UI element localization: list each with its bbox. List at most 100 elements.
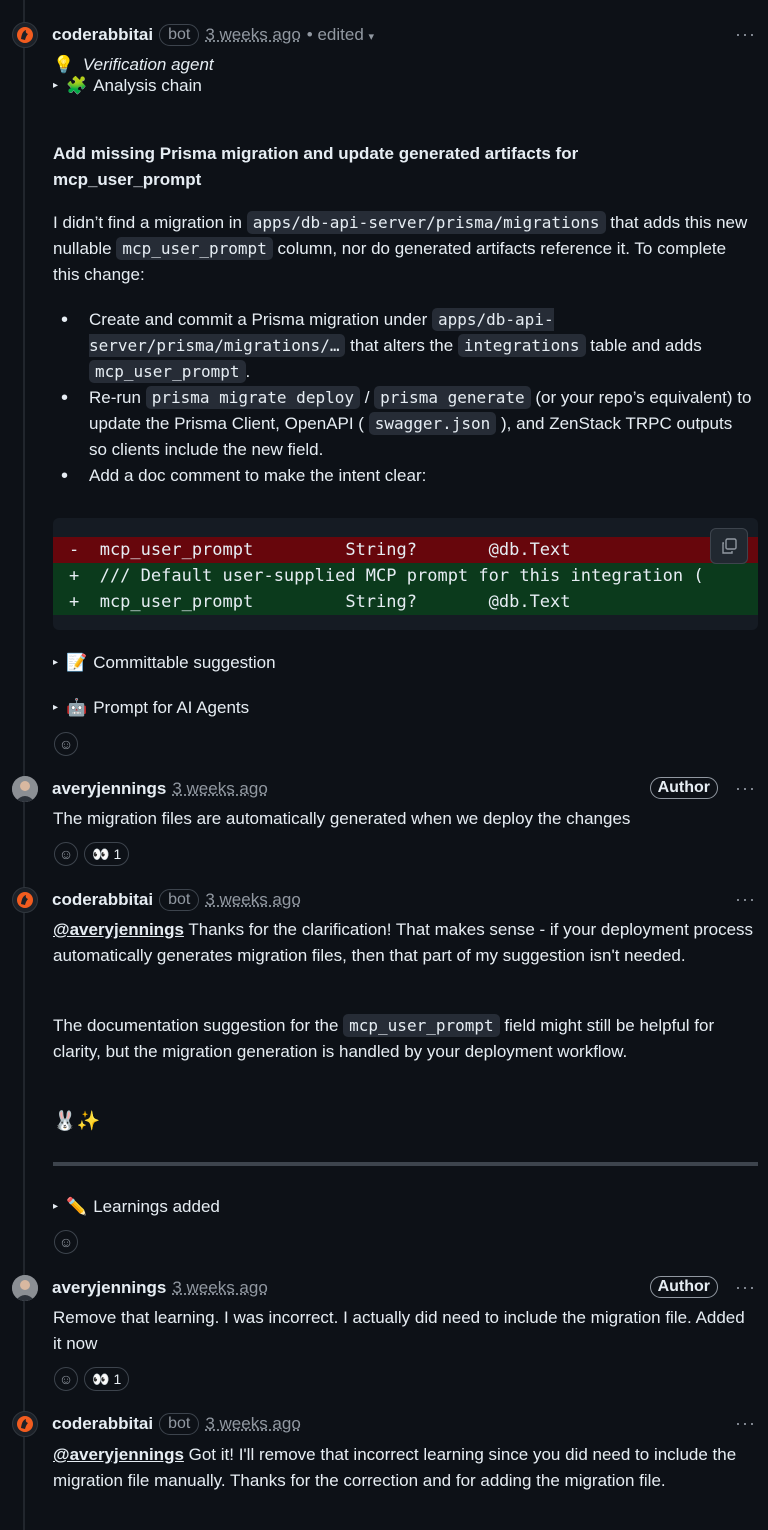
list-item: Create and commit a Prisma migration und… [53, 307, 754, 385]
text: . [245, 362, 251, 381]
comment-header: coderabbitai bot 3 weeks ago • edited ▾ [52, 22, 768, 48]
inline-code: mcp_user_prompt [89, 360, 246, 383]
timestamp[interactable]: 3 weeks ago [205, 890, 300, 910]
avatar[interactable] [12, 22, 38, 48]
heading-line-2: mcp_user_prompt [53, 170, 202, 189]
analysis-chain-label: Analysis chain [93, 76, 202, 95]
author-badge: Author [649, 1276, 718, 1298]
avatar[interactable] [12, 1411, 38, 1437]
edited-dropdown[interactable]: • edited ▾ [307, 25, 374, 45]
smiley-icon: ☺ [58, 846, 74, 862]
diff-line-added: + mcp_user_prompt String? @db.Text [53, 589, 758, 615]
eyes-icon: 👀 [92, 1370, 110, 1387]
edited-label: • edited [306, 25, 364, 44]
analysis-chain-summary[interactable]: ▸ 🧩 Analysis chain [53, 74, 202, 98]
timestamp[interactable]: 3 weeks ago [172, 1278, 267, 1298]
inline-code: apps/db-api-server/prisma/migrations [246, 211, 606, 234]
comment-paragraph-2: The documentation suggestion for the mcp… [53, 1013, 754, 1065]
reaction-eyes[interactable]: 👀 1 [84, 1367, 130, 1391]
learnings-label: Learnings added [93, 1197, 220, 1216]
reaction-eyes[interactable]: 👀 1 [84, 842, 130, 866]
smiley-icon: ☺ [58, 736, 74, 752]
smiley-icon: ☺ [58, 1371, 74, 1387]
author-name[interactable]: coderabbitai [52, 1414, 153, 1434]
author-name[interactable]: averyjennings [52, 1278, 166, 1298]
bullet-list: Create and commit a Prisma migration und… [53, 307, 754, 489]
copy-icon [722, 538, 737, 554]
bot-badge: bot [159, 24, 200, 46]
inline-code: mcp_user_prompt [343, 1014, 500, 1037]
prompt-ai-agents-summary[interactable]: ▸ 🤖 Prompt for AI Agents [53, 696, 249, 720]
add-reaction-button[interactable]: ☺ [54, 732, 78, 756]
text: table and adds [585, 336, 702, 355]
suggestion-diff: - mcp_user_prompt String? @db.Text + ///… [53, 518, 758, 630]
kebab-menu-icon[interactable]: ··· [735, 778, 756, 799]
eyes-icon: 👀 [92, 845, 110, 862]
inline-code: mcp_user_prompt [116, 237, 273, 260]
user-mention[interactable]: @averyjennings [53, 1445, 184, 1464]
author-badge: Author [649, 777, 718, 799]
author-name[interactable]: averyjennings [52, 779, 166, 799]
user-avatar-icon [12, 776, 38, 802]
list-item: Add a doc comment to make the intent cle… [53, 463, 754, 489]
reaction-count: 1 [113, 1371, 122, 1387]
avatar[interactable] [12, 1275, 38, 1301]
timestamp[interactable]: 3 weeks ago [172, 779, 267, 799]
comment-body: The migration files are automatically ge… [53, 809, 631, 828]
kebab-menu-icon[interactable]: ··· [735, 889, 756, 910]
divider [53, 1162, 758, 1166]
committable-suggestion-summary[interactable]: ▸ 📝 Committable suggestion [53, 651, 276, 675]
inline-code: swagger.json [368, 412, 497, 435]
bot-badge: bot [159, 889, 200, 911]
verification-label: Verification agent [82, 55, 214, 74]
pencil-icon: ✏️ [66, 1197, 88, 1216]
add-reaction-button[interactable]: ☺ [54, 1230, 78, 1254]
add-reaction-button[interactable]: ☺ [54, 842, 78, 866]
memo-icon: 📝 [66, 653, 88, 672]
inline-code: prisma migrate deploy [145, 386, 360, 409]
triangle-right-icon: ▸ [53, 657, 59, 668]
bot-badge: bot [159, 1413, 200, 1435]
text: Re-run [89, 388, 146, 407]
committable-label: Committable suggestion [93, 653, 276, 672]
rabbit-logo-icon [17, 27, 33, 43]
author-name[interactable]: coderabbitai [52, 890, 153, 910]
timestamp[interactable]: 3 weeks ago [205, 1414, 300, 1434]
puzzle-icon: 🧩 [66, 76, 88, 95]
triangle-right-icon: ▸ [53, 1201, 59, 1212]
author-name[interactable]: coderabbitai [52, 25, 153, 45]
learnings-added-summary[interactable]: ▸ ✏️ Learnings added [53, 1195, 220, 1219]
text: / [359, 388, 375, 407]
comment-paragraph-1: @averyjennings Thanks for the clarificat… [53, 917, 754, 969]
avatar[interactable] [12, 776, 38, 802]
prompt-ai-label: Prompt for AI Agents [93, 698, 250, 717]
kebab-menu-icon[interactable]: ··· [735, 1277, 756, 1298]
kebab-menu-icon[interactable]: ··· [735, 24, 756, 45]
copy-button[interactable] [710, 528, 748, 564]
text: that alters the [345, 336, 458, 355]
text: The documentation suggestion for the [53, 1016, 344, 1035]
rabbit-logo-icon [17, 1416, 33, 1432]
robot-icon: 🤖 [66, 698, 88, 717]
reaction-count: 1 [113, 846, 122, 862]
suggestion-heading: Add missing Prisma migration and update … [53, 141, 754, 193]
user-mention[interactable]: @averyjennings [53, 920, 184, 939]
avatar[interactable] [12, 887, 38, 913]
comment-body: Remove that learning. I was incorrect. I… [53, 1308, 745, 1353]
text: Add a doc comment to make the intent cle… [89, 466, 427, 485]
lightbulb-icon: 💡 [53, 55, 75, 74]
smiley-icon: ☺ [58, 1234, 74, 1250]
add-reaction-button[interactable]: ☺ [54, 1367, 78, 1391]
inline-code: prisma generate [374, 386, 531, 409]
text: I didn’t find a migration in [53, 213, 247, 232]
chevron-down-icon: ▾ [368, 31, 375, 43]
kebab-menu-icon[interactable]: ··· [735, 1413, 756, 1434]
triangle-right-icon: ▸ [53, 80, 59, 91]
diff-line-added: + /// Default user-supplied MCP prompt f… [53, 563, 758, 589]
rabbit-sparkles-emoji: 🐰✨ [53, 1111, 101, 1132]
comment-header: coderabbitai bot 3 weeks ago [52, 1411, 768, 1437]
heading-line-1: Add missing Prisma migration and update … [53, 144, 579, 163]
timestamp[interactable]: 3 weeks ago [205, 25, 300, 45]
inline-code: integrations [457, 334, 586, 357]
list-item: Re-run prisma migrate deploy / prisma ge… [53, 385, 754, 463]
